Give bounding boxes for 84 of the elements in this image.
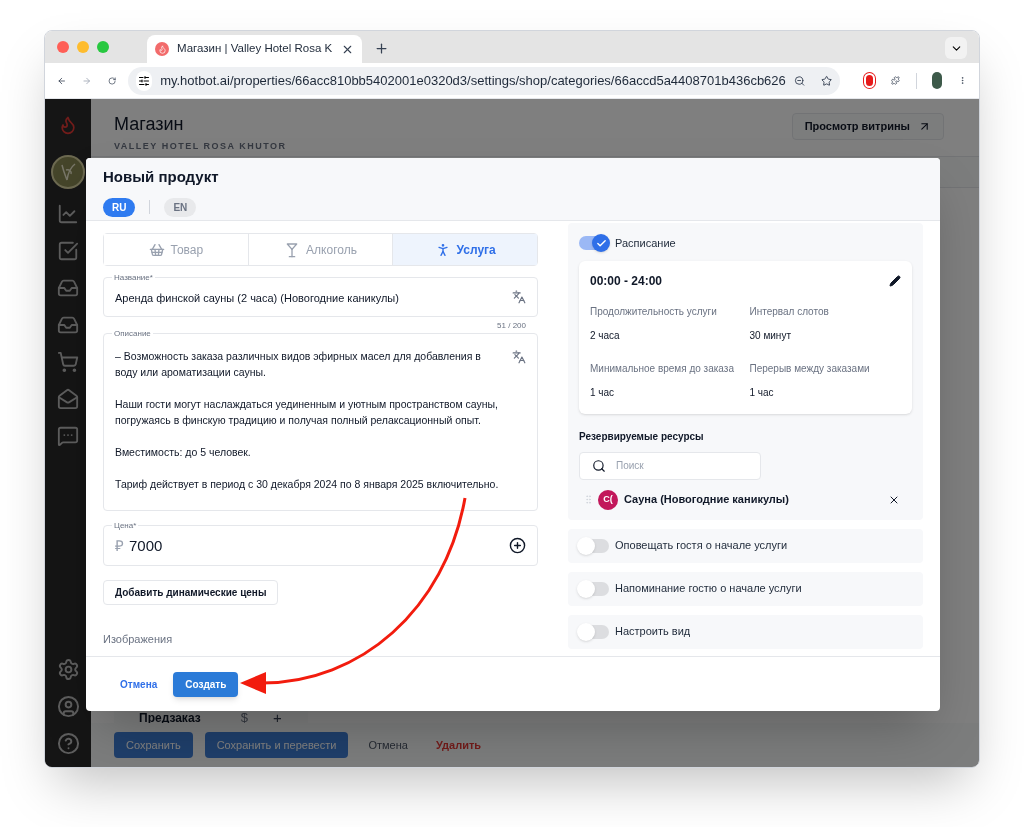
toggle-label: Оповещать гостя о начале услуги — [615, 538, 788, 554]
currency-symbol: ₽ — [115, 536, 124, 557]
translate-icon[interactable] — [512, 290, 526, 304]
extension-icon[interactable] — [864, 73, 875, 88]
toggle-switch[interactable] — [579, 236, 609, 251]
external-link-icon — [918, 120, 931, 133]
detail-value: 30 минут — [749, 328, 792, 343]
help-icon[interactable] — [56, 732, 80, 755]
inbox-icon[interactable] — [57, 277, 79, 299]
language-chip[interactable]: EN — [164, 197, 197, 217]
detail-value: 1 час — [749, 385, 775, 400]
add-icon[interactable] — [509, 537, 526, 554]
action-button[interactable]: Сохранить — [114, 732, 193, 758]
edit-icon[interactable] — [889, 274, 901, 287]
resource-name: Сауна (Новогодние каникулы) — [624, 492, 790, 508]
site-settings-icon[interactable] — [138, 74, 151, 87]
price-value: 7000 — [129, 536, 164, 557]
character-count: 51 / 200 — [497, 320, 526, 332]
basket-icon — [148, 241, 165, 258]
action-button[interactable]: Сохранить и перевести — [204, 732, 349, 758]
inbox-icon[interactable] — [57, 314, 79, 336]
toggle-label: Расписание — [615, 236, 676, 251]
checkbox-icon[interactable] — [57, 240, 79, 262]
profile-avatar-icon[interactable] — [932, 72, 943, 89]
page-title: Магазин — [114, 113, 185, 136]
toggle-label: Настроить вид — [615, 624, 691, 640]
tab-list-button[interactable] — [945, 37, 967, 59]
zoom-icon[interactable] — [793, 73, 805, 88]
detail-label: Интервал слотов — [749, 304, 830, 319]
maximize-window-icon[interactable] — [97, 41, 109, 53]
url-text: my.hotbot.ai/properties/66acc810bb5402001e0320d3/settings/shop/categories/66accd5a4408701b436cb626 — [160, 71, 786, 90]
bookmark-star-icon[interactable] — [821, 73, 833, 88]
language-chip[interactable]: RU — [103, 197, 136, 217]
dynamic-prices-button[interactable]: Добавить динамические цены — [103, 580, 279, 605]
cancel-button[interactable]: Отмена — [116, 671, 162, 697]
time-range: 00:00 - 24:00 — [590, 272, 663, 290]
resources-heading: Резервируемые ресурсы — [579, 429, 705, 444]
translate-icon[interactable] — [512, 350, 526, 364]
flame-icon — [155, 42, 169, 56]
chat-icon[interactable] — [57, 425, 79, 447]
field-label: Цена* — [112, 520, 139, 532]
dialog-title: Новый продукт — [103, 167, 220, 187]
resource-avatar: С( — [598, 489, 618, 510]
description-paragraph: Вместимость: до 5 человек. — [115, 445, 252, 460]
drag-handle-icon[interactable] — [583, 494, 594, 505]
toggle-switch[interactable] — [579, 581, 609, 596]
toggle-label: Напоминание гостю о начале услуги — [615, 581, 802, 597]
description-paragraph: – Возможность заказа различных видов эфирных масел для добавления в воду или ароматизации сауны. — [115, 349, 482, 380]
settings-icon[interactable] — [56, 658, 80, 681]
detail-label: Минимальное время до заказа — [590, 361, 735, 376]
description-paragraph: Тариф действует в период с 30 декабря 2024 по 8 января 2025 включительно. — [115, 477, 500, 492]
cart-icon[interactable] — [57, 351, 79, 373]
storefront-button[interactable]: Просмотр витрины — [791, 113, 944, 140]
action-button[interactable]: Отмена — [360, 732, 416, 758]
open-envelope-icon[interactable] — [57, 388, 79, 410]
tab-title: Магазин | Valley Hotel Rosa K — [177, 41, 333, 57]
flame-logo-icon[interactable] — [58, 115, 78, 135]
user-icon[interactable] — [56, 695, 80, 718]
new-tab-icon[interactable] — [374, 41, 389, 56]
page-subtitle: VALLEY HOTEL ROSA KHUTOR — [114, 140, 287, 153]
search-input[interactable]: Поиск — [616, 458, 736, 473]
action-button[interactable]: Удалить — [427, 732, 490, 758]
search-icon — [592, 458, 606, 473]
detail-value: 2 часа — [590, 328, 621, 343]
detail-label: Перерыв между заказами — [749, 361, 871, 376]
currency-symbol: $ — [240, 709, 248, 728]
images-heading: Изображения — [103, 632, 174, 647]
close-window-icon[interactable] — [57, 41, 69, 53]
address-bar[interactable]: my.hotbot.ai/properties/66acc810bb5402001e0320d3/settings/shop/categories/66accd5a4408701b436cb626 — [128, 66, 841, 95]
detail-value: 1 час — [590, 385, 616, 400]
extensions-icon[interactable] — [890, 73, 900, 88]
detail-label: Продолжительность услуги — [590, 304, 718, 319]
section-label: Предзаказ — [139, 710, 201, 727]
search-field[interactable]: Поиск — [579, 451, 761, 480]
toggle-switch[interactable] — [579, 624, 609, 639]
analytics-chart-icon[interactable] — [57, 203, 79, 225]
check-icon — [595, 237, 607, 249]
browser-tab[interactable]: Магазин | Valley Hotel Rosa K — [147, 35, 362, 63]
create-button[interactable]: Создать — [173, 671, 239, 697]
description-paragraph: Наши гости могут наслаждаться уединенным и уютным пространством сауны, погружаясь в финскую традицию и получая полный релаксационный опыт. — [115, 397, 500, 428]
hotel-logo-icon[interactable] — [51, 155, 85, 189]
toggle-switch[interactable] — [579, 538, 609, 553]
field-value: Аренда финской сауны (2 часа) (Новогодние каникулы) — [115, 290, 400, 306]
product-type-tab[interactable]: Услуга — [392, 234, 537, 265]
